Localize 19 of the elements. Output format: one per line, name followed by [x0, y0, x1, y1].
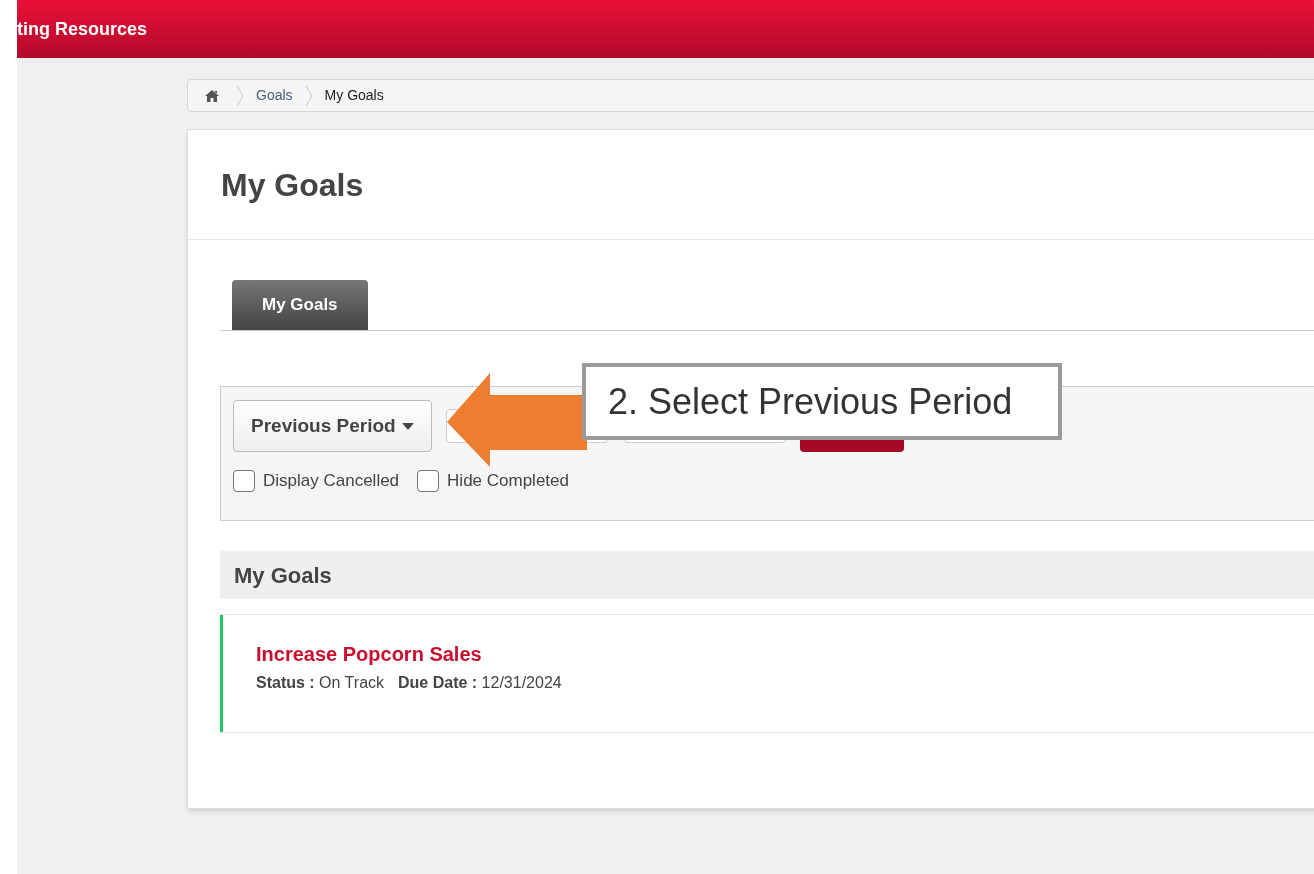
chevron-separator-icon: [304, 84, 313, 107]
tab[interactable]: My Goals: [232, 280, 368, 330]
section-header: My Goals: [220, 551, 1314, 599]
breadcrumb-current: My Goals: [324, 86, 384, 105]
home-icon[interactable]: [204, 88, 220, 103]
goal-status: Status : On Track: [256, 673, 385, 693]
checkbox[interactable]: [233, 469, 255, 492]
caret-icon: [401, 422, 414, 430]
header-title: ting Resources: [17, 17, 148, 41]
chevron-separator-icon: [236, 84, 244, 107]
checkbox-label: Display Cancelled: [263, 470, 400, 492]
checkbox-label: Hide Completed: [447, 470, 569, 492]
goal-title[interactable]: Increase Popcorn Sales: [256, 639, 562, 669]
page-title: My Goals: [221, 165, 364, 205]
goal-due-date: Due Date : 12/31/2024: [398, 673, 562, 693]
checkbox[interactable]: [417, 469, 440, 492]
breadcrumb-link[interactable]: Goals: [256, 85, 293, 106]
period-dropdown[interactable]: Previous Period: [233, 400, 432, 452]
instruction-tooltip: 2. Select Previous Period: [582, 363, 1062, 440]
